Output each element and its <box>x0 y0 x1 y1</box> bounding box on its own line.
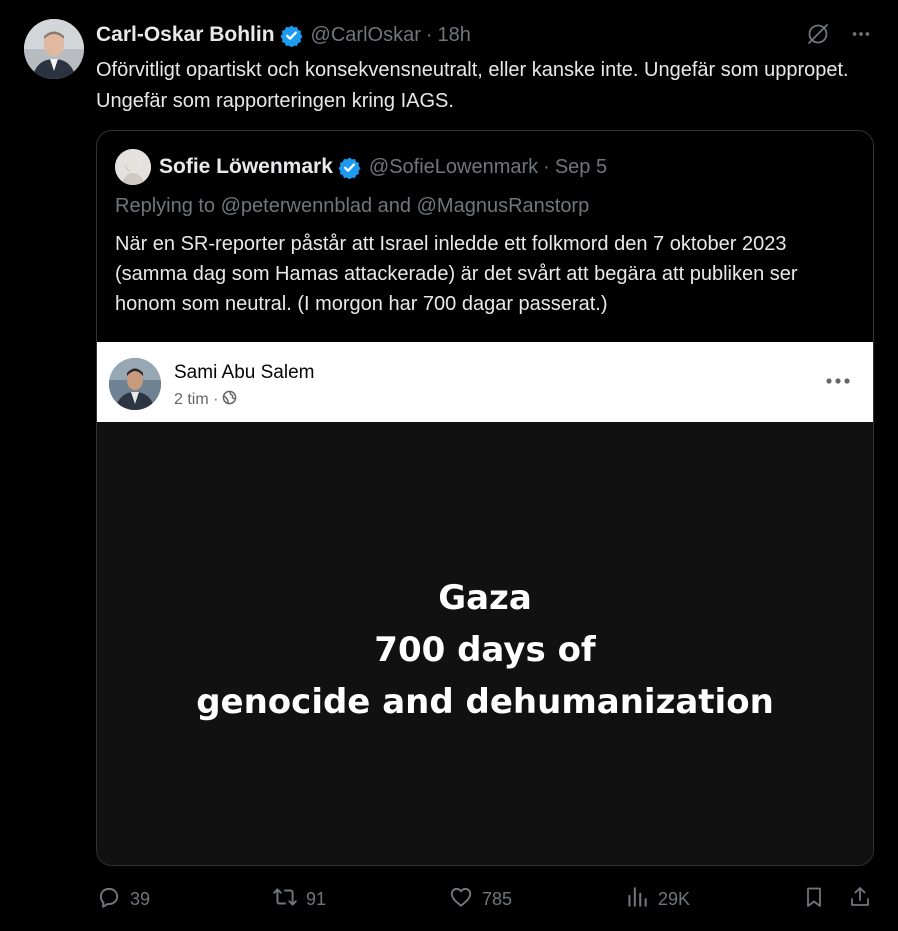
repost-button[interactable]: 91 <box>272 884 326 915</box>
quote-separator: · <box>543 155 550 178</box>
quote-author-name[interactable]: Sofie Löwenmark <box>159 155 333 179</box>
author-avatar[interactable] <box>24 19 84 79</box>
heart-icon <box>448 884 474 915</box>
quote-media-image[interactable]: Sami Abu Salem 2 tim · Gaza 700 days of … <box>97 342 873 865</box>
media-line-1: Gaza <box>438 578 532 618</box>
quote-author-avatar[interactable] <box>115 149 151 185</box>
media-line-2: 700 days of <box>374 630 596 670</box>
grok-icon[interactable] <box>806 22 830 46</box>
globe-icon <box>222 390 237 410</box>
bookmark-button[interactable] <box>802 884 826 915</box>
facebook-more-icon <box>825 372 851 390</box>
quote-header: Sofie Löwenmark @SofieLowenmark · Sep 5 <box>115 149 607 185</box>
like-count: 785 <box>482 889 513 909</box>
quote-author-handle[interactable]: @SofieLowenmark <box>369 156 538 179</box>
author-name[interactable]: Carl-Oskar Bohlin <box>96 23 275 47</box>
tweet-text: Oförvitligt opartiskt och konsekvensneut… <box>96 59 849 112</box>
more-icon[interactable] <box>850 23 872 45</box>
header-separator: · <box>425 23 433 46</box>
tweet-timestamp[interactable]: 18h <box>438 24 471 47</box>
facebook-post-meta: 2 tim · <box>174 390 237 410</box>
quote-text: När en SR-reporter påstår att Israel inl… <box>115 233 798 315</box>
tweet[interactable]: Carl-Oskar Bohlin @CarlOskar · 18h Oförv <box>0 0 898 931</box>
reply-count: 39 <box>130 889 151 909</box>
share-icon <box>848 884 872 915</box>
tweet-action-bar: 39 91 785 29K <box>96 884 876 918</box>
bookmark-icon <box>802 884 826 915</box>
views-icon <box>624 884 650 915</box>
like-button[interactable]: 785 <box>448 884 512 915</box>
facebook-author-avatar <box>109 358 161 410</box>
tweet-header: Carl-Oskar Bohlin @CarlOskar · 18h <box>96 21 471 49</box>
facebook-author-name: Sami Abu Salem <box>174 362 315 383</box>
media-overlay-text: Gaza 700 days of genocide and dehumaniza… <box>97 572 873 728</box>
share-button[interactable] <box>848 884 872 915</box>
media-line-3: genocide and dehumanization <box>196 682 774 722</box>
views-button[interactable]: 29K <box>624 884 690 915</box>
reply-icon <box>96 884 122 915</box>
facebook-post-header: Sami Abu Salem 2 tim · <box>97 342 873 422</box>
verified-badge-icon <box>280 24 303 47</box>
facebook-post-time: 2 tim · <box>174 391 219 408</box>
repost-count: 91 <box>306 889 327 909</box>
tweet-top-actions <box>806 22 872 46</box>
quote-verified-badge-icon <box>338 156 361 179</box>
quote-timestamp[interactable]: Sep 5 <box>555 156 607 179</box>
repost-icon <box>272 884 298 915</box>
reply-button[interactable]: 39 <box>96 884 150 915</box>
replying-to: Replying to @peterwennblad and @MagnusRa… <box>115 195 590 217</box>
quoted-tweet[interactable]: Sofie Löwenmark @SofieLowenmark · Sep 5 … <box>96 130 874 866</box>
author-handle[interactable]: @CarlOskar <box>311 24 421 47</box>
views-count: 29K <box>658 889 691 909</box>
